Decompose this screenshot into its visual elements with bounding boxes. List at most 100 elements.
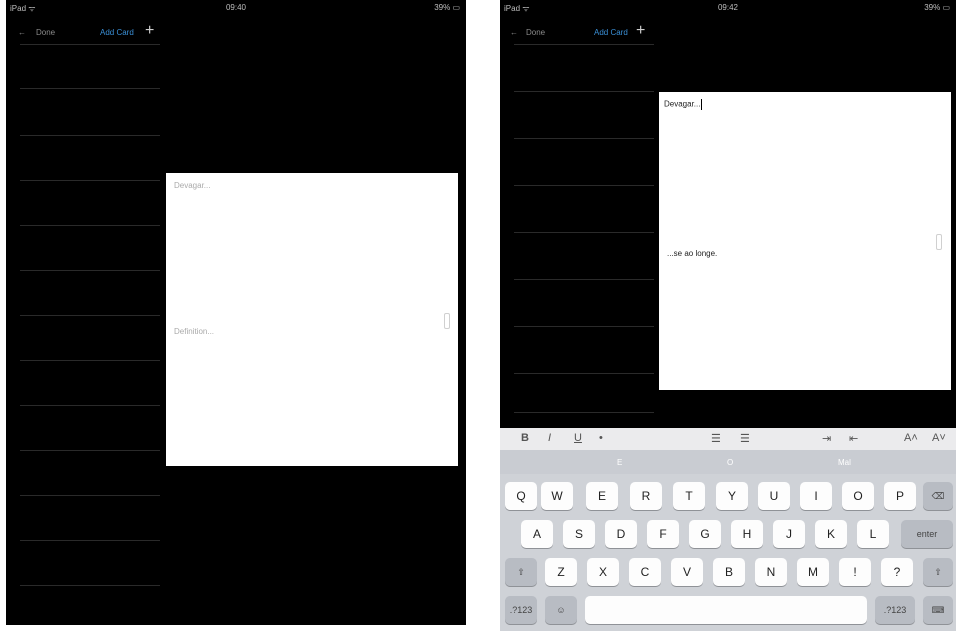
clock: 09:40: [225, 3, 247, 12]
list-divider: [20, 44, 160, 45]
list-divider: [514, 91, 654, 92]
key-i[interactable]: I: [800, 482, 832, 510]
list-divider: [20, 315, 160, 316]
bold-button[interactable]: B: [521, 432, 529, 444]
list-divider: [514, 232, 654, 233]
on-screen-keyboard: Q W E R T Y U I O P ⌫ A S D F G H J K L …: [500, 474, 956, 631]
key-n[interactable]: N: [755, 558, 787, 586]
italic-button[interactable]: I: [548, 432, 551, 444]
key-j[interactable]: J: [773, 520, 805, 548]
suggestion-item[interactable]: O: [727, 458, 733, 467]
list-align-icon[interactable]: ☰: [711, 432, 721, 445]
list-divider: [514, 44, 654, 45]
enter-key[interactable]: enter: [901, 520, 953, 548]
key-x[interactable]: X: [587, 558, 619, 586]
list-divider: [514, 185, 654, 186]
clock: 09:42: [717, 3, 739, 12]
emoji-key[interactable]: ☺: [545, 596, 577, 624]
key-g[interactable]: G: [689, 520, 721, 548]
key-r[interactable]: R: [630, 482, 662, 510]
drag-handle-icon[interactable]: [936, 234, 942, 250]
battery-label: 39% ▭: [434, 3, 460, 12]
numbers-key-right[interactable]: .?123: [875, 596, 915, 624]
add-card-button[interactable]: Add Card: [594, 28, 628, 37]
battery-label: 39% ▭: [924, 3, 950, 12]
key-y[interactable]: Y: [716, 482, 748, 510]
key-t[interactable]: T: [673, 482, 705, 510]
key-e[interactable]: E: [586, 482, 618, 510]
list-divider: [514, 412, 654, 413]
list-divider: [20, 180, 160, 181]
list-divider: [20, 135, 160, 136]
key-u[interactable]: U: [758, 482, 790, 510]
indent-icon[interactable]: ⇥: [822, 432, 831, 445]
key-q[interactable]: Q: [505, 482, 537, 510]
font-size-down-button[interactable]: A˅: [932, 432, 946, 444]
done-button[interactable]: Done: [36, 28, 55, 37]
card-front-text[interactable]: Devagar...: [174, 181, 210, 190]
suggestion-item[interactable]: E: [617, 458, 622, 467]
card-back-text[interactable]: ...se ao longe.: [667, 249, 717, 258]
text-cursor: [701, 99, 703, 110]
key-o[interactable]: O: [842, 482, 874, 510]
shift-key-right[interactable]: ⇧: [923, 558, 953, 586]
bullet-button[interactable]: •: [599, 432, 603, 444]
list-divider: [514, 138, 654, 139]
space-bar[interactable]: [585, 596, 867, 624]
right-screen: iPad ᯤ 09:42 39% ▭ ← Done Add Card + Dev…: [500, 0, 956, 631]
list-divider: [514, 373, 654, 374]
key-w[interactable]: W: [541, 482, 573, 510]
font-size-up-button[interactable]: A˄: [904, 432, 918, 444]
key-h[interactable]: H: [731, 520, 763, 548]
key-m[interactable]: M: [797, 558, 829, 586]
key-f[interactable]: F: [647, 520, 679, 548]
format-toolbar: B I U • ☰ ☰ ⇥ ⇤ A˄ A˅: [500, 428, 956, 450]
card-front-text[interactable]: Devagar...: [664, 99, 703, 110]
key-c[interactable]: C: [629, 558, 661, 586]
status-bar: iPad ᯤ 09:42 39% ▭: [500, 0, 956, 14]
list-divider: [20, 495, 160, 496]
underline-button[interactable]: U: [574, 432, 582, 444]
drag-handle-icon[interactable]: [444, 313, 450, 329]
list-divider: [20, 450, 160, 451]
done-button[interactable]: Done: [526, 28, 545, 37]
suggestion-item[interactable]: Mal: [838, 458, 851, 467]
key-question[interactable]: ?: [881, 558, 913, 586]
list-numbered-icon[interactable]: ☰: [740, 432, 750, 445]
shift-key-left[interactable]: ⇧: [505, 558, 537, 586]
key-d[interactable]: D: [605, 520, 637, 548]
hide-keyboard-key[interactable]: ⌨: [923, 596, 953, 624]
key-exclamation[interactable]: !: [839, 558, 871, 586]
key-l[interactable]: L: [857, 520, 889, 548]
key-b[interactable]: B: [713, 558, 745, 586]
delete-key[interactable]: ⌫: [923, 482, 953, 510]
list-divider: [20, 88, 160, 89]
back-arrow-icon[interactable]: ←: [510, 28, 518, 37]
plus-icon[interactable]: +: [145, 22, 154, 40]
key-s[interactable]: S: [563, 520, 595, 548]
suggestion-bar: E O Mal: [500, 450, 956, 474]
list-divider: [20, 360, 160, 361]
list-divider: [514, 326, 654, 327]
key-z[interactable]: Z: [545, 558, 577, 586]
plus-icon[interactable]: +: [636, 22, 645, 40]
outdent-icon[interactable]: ⇤: [849, 432, 858, 445]
status-bar: iPad ᯤ 09:40 39% ▭: [6, 0, 466, 14]
list-divider: [20, 585, 160, 586]
list-divider: [20, 540, 160, 541]
list-divider: [514, 279, 654, 280]
left-screen: iPad ᯤ 09:40 39% ▭ ← Done Add Card + Dev…: [6, 0, 466, 625]
add-card-button[interactable]: Add Card: [100, 28, 134, 37]
key-a[interactable]: A: [521, 520, 553, 548]
flashcard[interactable]: Devagar... ...se ao longe.: [659, 92, 951, 390]
flashcard[interactable]: Devagar... Definition...: [166, 173, 458, 466]
back-arrow-icon[interactable]: ←: [18, 28, 26, 37]
numbers-key-left[interactable]: .?123: [505, 596, 537, 624]
key-k[interactable]: K: [815, 520, 847, 548]
list-divider: [20, 225, 160, 226]
card-back-text[interactable]: Definition...: [174, 327, 214, 336]
key-v[interactable]: V: [671, 558, 703, 586]
list-divider: [20, 270, 160, 271]
list-divider: [20, 405, 160, 406]
key-p[interactable]: P: [884, 482, 916, 510]
